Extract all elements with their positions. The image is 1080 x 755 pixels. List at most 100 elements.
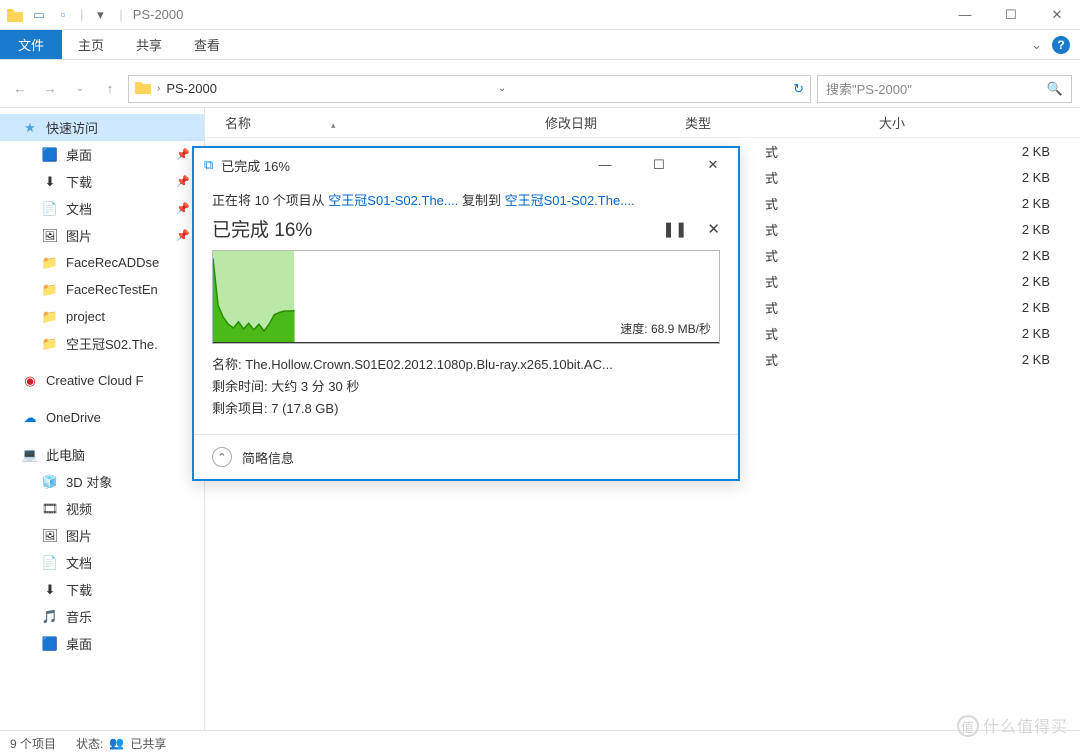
dialog-maximize-button[interactable]: ☐ bbox=[644, 157, 674, 173]
breadcrumb[interactable]: PS-2000 bbox=[166, 81, 217, 96]
column-size[interactable]: 大小 bbox=[835, 113, 935, 132]
navigation-pane: ★ 快速访问 🟦桌面📌 ⬇下载📌 📄文档📌 🖼图片📌 📁FaceRecADDse… bbox=[0, 108, 205, 730]
qat-dropdown-icon[interactable]: ▾ bbox=[89, 4, 111, 26]
qat-properties-icon[interactable]: ▭ bbox=[28, 4, 50, 26]
sidebar-item-downloads[interactable]: ⬇下载📌 bbox=[0, 168, 204, 195]
copy-description: 正在将 10 个项目从 空王冠S01-S02.The.... 复制到 空王冠S0… bbox=[212, 190, 720, 209]
sidebar-label: 快速访问 bbox=[46, 118, 98, 137]
cell-type: 式 bbox=[765, 324, 778, 343]
qat-divider: | bbox=[80, 7, 83, 22]
folder-icon: 📁 bbox=[42, 255, 58, 271]
music-icon: 🎵 bbox=[42, 609, 58, 625]
desktop-icon: 🟦 bbox=[42, 636, 58, 652]
copy-progress-dialog: ⧉ 已完成 16% — ☐ ✕ 正在将 10 个项目从 空王冠S01-S02.T… bbox=[192, 146, 740, 481]
copy-source-link[interactable]: 空王冠S01-S02.The.... bbox=[328, 193, 458, 208]
pc-icon: 💻 bbox=[22, 447, 38, 463]
column-date[interactable]: 修改日期 bbox=[545, 113, 685, 132]
tab-home[interactable]: 主页 bbox=[62, 30, 120, 59]
documents-icon: 📄 bbox=[42, 555, 58, 571]
recent-dropdown-icon[interactable]: ⌄ bbox=[68, 77, 92, 101]
search-icon[interactable]: 🔍 bbox=[1047, 81, 1063, 97]
dialog-minimize-button[interactable]: — bbox=[590, 157, 620, 173]
address-history-icon[interactable]: ⌄ bbox=[498, 83, 506, 94]
search-box[interactable]: 搜索"PS-2000" 🔍 bbox=[817, 75, 1072, 103]
dialog-footer[interactable]: ⌃ 简略信息 bbox=[194, 434, 738, 479]
column-type[interactable]: 类型 bbox=[685, 113, 835, 132]
pin-icon: 📌 bbox=[176, 229, 190, 242]
sidebar-item-videos[interactable]: 🎞视频 bbox=[0, 495, 204, 522]
sidebar-item-3d[interactable]: 🧊3D 对象 bbox=[0, 468, 204, 495]
cell-size: 2 KB bbox=[980, 274, 1080, 289]
videos-icon: 🎞 bbox=[42, 501, 58, 517]
help-icon[interactable]: ? bbox=[1052, 36, 1070, 54]
cell-type: 式 bbox=[765, 142, 778, 161]
desktop-icon: 🟦 bbox=[42, 147, 58, 163]
tab-share[interactable]: 共享 bbox=[120, 30, 178, 59]
sidebar-item-downloads[interactable]: ⬇下载 bbox=[0, 576, 204, 603]
shared-icon: 👥 bbox=[109, 736, 124, 750]
downloads-icon: ⬇ bbox=[42, 582, 58, 598]
minimize-button[interactable]: — bbox=[942, 0, 988, 30]
maximize-button[interactable]: ☐ bbox=[988, 0, 1034, 30]
status-bar: 9 个项目 状态: 👥 已共享 bbox=[0, 730, 1080, 755]
ribbon-tabs: 文件 主页 共享 查看 ⌄ ? bbox=[0, 30, 1080, 60]
forward-button[interactable]: → bbox=[38, 77, 62, 101]
dialog-app-icon: ⧉ bbox=[204, 157, 213, 173]
sidebar-creative-cloud[interactable]: ◉Creative Cloud F bbox=[0, 367, 204, 394]
cell-type: 式 bbox=[765, 298, 778, 317]
cell-size: 2 KB bbox=[980, 352, 1080, 367]
qat-new-icon[interactable]: ▫ bbox=[52, 4, 74, 26]
pin-icon: 📌 bbox=[176, 202, 190, 215]
sort-asc-icon: ▴ bbox=[331, 120, 336, 130]
tab-view[interactable]: 查看 bbox=[178, 30, 236, 59]
window-controls: — ☐ ✕ bbox=[942, 0, 1080, 30]
cell-size: 2 KB bbox=[980, 222, 1080, 237]
sidebar-this-pc[interactable]: 💻此电脑 bbox=[0, 441, 204, 468]
sidebar-item-documents[interactable]: 📄文档 bbox=[0, 549, 204, 576]
sidebar-quick-access[interactable]: ★ 快速访问 bbox=[0, 114, 204, 141]
creative-cloud-icon: ◉ bbox=[22, 373, 38, 389]
title-divider: | bbox=[119, 7, 122, 22]
ribbon-expand-icon[interactable]: ⌄ bbox=[1031, 37, 1042, 53]
sidebar-item-desktop[interactable]: 🟦桌面📌 bbox=[0, 141, 204, 168]
cancel-copy-button[interactable]: ✕ bbox=[707, 220, 720, 238]
close-button[interactable]: ✕ bbox=[1034, 0, 1080, 30]
sidebar-onedrive[interactable]: ☁OneDrive bbox=[0, 404, 204, 431]
pause-button[interactable]: ❚❚ bbox=[662, 220, 687, 238]
cell-type: 式 bbox=[765, 272, 778, 291]
sidebar-item-music[interactable]: 🎵音乐 bbox=[0, 603, 204, 630]
sidebar-item-pictures[interactable]: 🖼图片📌 bbox=[0, 222, 204, 249]
column-name[interactable]: 名称▴ bbox=[225, 113, 545, 132]
address-bar[interactable]: › PS-2000 ⌄ ↻ bbox=[128, 75, 811, 103]
pin-icon: 📌 bbox=[176, 148, 190, 161]
status-item-count: 9 个项目 bbox=[10, 735, 56, 752]
sidebar-item-desktop[interactable]: 🟦桌面 bbox=[0, 630, 204, 657]
tab-file[interactable]: 文件 bbox=[0, 30, 62, 59]
cell-type: 式 bbox=[765, 220, 778, 239]
sidebar-item-folder[interactable]: 📁FaceRecTestEn bbox=[0, 276, 204, 303]
sidebar-item-pictures[interactable]: 🖼图片 bbox=[0, 522, 204, 549]
sidebar-item-folder[interactable]: 📁FaceRecADDse bbox=[0, 249, 204, 276]
refresh-button[interactable]: ↻ bbox=[793, 81, 804, 97]
back-button[interactable]: ← bbox=[8, 77, 32, 101]
sidebar-item-documents[interactable]: 📄文档📌 bbox=[0, 195, 204, 222]
dialog-titlebar[interactable]: ⧉ 已完成 16% — ☐ ✕ bbox=[194, 148, 738, 182]
cell-size: 2 KB bbox=[980, 170, 1080, 185]
copy-dest-link[interactable]: 空王冠S01-S02.The.... bbox=[505, 193, 635, 208]
chevron-up-icon[interactable]: ⌃ bbox=[212, 447, 232, 467]
cell-type: 式 bbox=[765, 350, 778, 369]
cell-size: 2 KB bbox=[980, 300, 1080, 315]
sidebar-item-folder[interactable]: 📁空王冠S02.The. bbox=[0, 330, 204, 357]
detail-time: 剩余时间: 大约 3 分 30 秒 bbox=[212, 376, 720, 398]
title-bar: ▭ ▫ | ▾ | PS-2000 — ☐ ✕ bbox=[0, 0, 1080, 30]
folder-icon: 📁 bbox=[42, 309, 58, 325]
throughput-chart: 速度: 68.9 MB/秒 bbox=[212, 250, 720, 344]
breadcrumb-root-chevron[interactable]: › bbox=[157, 83, 160, 94]
up-button[interactable]: ↑ bbox=[98, 77, 122, 101]
column-headers: 名称▴ 修改日期 类型 大小 bbox=[205, 108, 1080, 138]
sidebar-item-folder[interactable]: 📁project bbox=[0, 303, 204, 330]
pin-icon: 📌 bbox=[176, 175, 190, 188]
cell-size: 2 KB bbox=[980, 248, 1080, 263]
cell-size: 2 KB bbox=[980, 144, 1080, 159]
dialog-close-button[interactable]: ✕ bbox=[698, 157, 728, 173]
